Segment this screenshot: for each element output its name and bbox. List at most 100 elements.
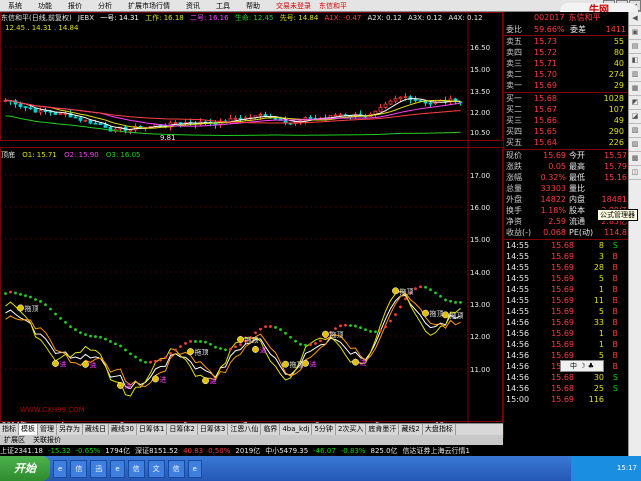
indicator-tab[interactable]: 另存为 xyxy=(57,424,83,435)
menu-bar: 系统 功能 报价 分析 扩展市场行情 资讯 工具 帮助 交易未登录 东信和平 _… xyxy=(0,0,641,12)
book-volume: 107 xyxy=(608,105,624,114)
tool-icon[interactable]: ▧ xyxy=(629,124,641,138)
candle-body xyxy=(128,129,133,132)
indicator-tab[interactable]: 4ba_kdj xyxy=(280,424,313,435)
tab-extension[interactable]: 扩展区 xyxy=(0,435,29,445)
trend-dot xyxy=(39,300,42,303)
stat-value: 0.32% xyxy=(540,173,566,182)
tick-volume: 5 xyxy=(598,307,604,316)
kline-chart[interactable]: 16.50 15.00 13.50 12.00 10.50 17.00 16.00 15.00… xyxy=(0,12,503,423)
book-price: 15.68 xyxy=(534,94,557,103)
bid-row: 买二 15.67 107 xyxy=(504,104,629,115)
tool-icon[interactable]: ▦ xyxy=(629,82,641,96)
trend-dot xyxy=(54,312,57,316)
stat-label2: 今开 xyxy=(569,151,585,160)
tool-icon[interactable]: ◩ xyxy=(629,96,641,110)
ind-item: 二号: 16.16 xyxy=(189,14,229,22)
indicator-tab[interactable]: 临界 xyxy=(261,424,281,435)
indicator-tab[interactable]: 藏线日 xyxy=(83,424,109,435)
trend-dot xyxy=(24,294,27,298)
tool-icon[interactable]: ◧ xyxy=(629,54,641,68)
tab-related-quote[interactable]: 关联报价 xyxy=(29,435,65,445)
status-item: -0.83% xyxy=(340,446,366,455)
tick-time: 14:55 xyxy=(506,274,530,283)
indicator-tab[interactable]: 管理 xyxy=(38,424,57,435)
taskbar-button[interactable]: e xyxy=(187,459,202,478)
candle-body xyxy=(18,103,23,107)
chart-area[interactable]: 16.50 15.00 13.50 12.00 10.50 17.00 16.00 15.00… xyxy=(0,12,503,423)
tick-price: 15.68 xyxy=(551,384,574,393)
low-price-label: 9.81 xyxy=(160,134,176,142)
tool-icon[interactable]: ▩ xyxy=(629,152,641,166)
trend-dot xyxy=(274,325,277,329)
indicator-tab[interactable]: 江恩八仙 xyxy=(228,424,262,435)
tool-icon[interactable]: ◫ xyxy=(629,166,641,180)
indicator-tab[interactable]: 指标 xyxy=(0,424,19,435)
indicator-tab[interactable]: 日筹体3 xyxy=(198,424,229,435)
stat-label2: 量比 xyxy=(569,184,585,193)
price-axis-label: 15.00 xyxy=(470,236,490,244)
index-status-bar: 上证2341.18 -15.32 -0.65% 1794亿 深证8151.52 40.83… xyxy=(0,445,628,456)
indicator-tab[interactable]: 大盘指标 xyxy=(423,424,456,435)
tick-price: 15.69 xyxy=(551,296,574,305)
stock-code: 002017 xyxy=(534,13,565,22)
tool-icon[interactable]: ◪ xyxy=(629,110,641,124)
taskbar-button[interactable]: 信 xyxy=(127,459,145,478)
taskbar-button[interactable]: 信 xyxy=(70,459,88,478)
taskbar-button[interactable]: 文 xyxy=(147,459,165,478)
taskbar-button[interactable]: e xyxy=(110,459,125,478)
menu-quote[interactable]: 报价 xyxy=(60,0,90,12)
indicator-tab[interactable]: 5分钟 xyxy=(312,424,336,435)
menu-news[interactable]: 资讯 xyxy=(178,0,208,12)
book-label: 买二 xyxy=(506,105,522,114)
stat-value: 2.59 xyxy=(548,217,566,226)
tool-icon[interactable]: ▥ xyxy=(629,68,641,82)
candle-body xyxy=(388,100,393,105)
indicator-tab[interactable]: 藏线30 xyxy=(109,424,137,435)
trade-login-link[interactable]: 交易未登录 xyxy=(276,1,311,11)
menu-analysis[interactable]: 分析 xyxy=(90,0,120,12)
trend-dot xyxy=(294,339,297,343)
trend-dot xyxy=(264,325,267,329)
tool-icon[interactable]: ▤ xyxy=(629,40,641,54)
signal-icon xyxy=(82,360,89,368)
indicator-tab[interactable]: 模板 xyxy=(19,424,38,435)
tick-volume: 33 xyxy=(593,318,604,327)
bottom-tabs: 扩展区 关联报价 xyxy=(0,435,503,445)
tick-time: 14:55 xyxy=(506,241,530,250)
trend-dot xyxy=(109,340,112,343)
trend-dot xyxy=(4,292,7,295)
taskbar-button[interactable]: 迅 xyxy=(90,459,108,478)
ime-toolbar[interactable]: 中 ☽ ♣ xyxy=(560,360,604,372)
chart-title: 东信和平(日线,前复权) xyxy=(1,14,72,22)
taskbar-button[interactable]: e xyxy=(53,459,68,478)
signal-label: 进 xyxy=(125,382,132,390)
book-label: 卖二 xyxy=(506,70,522,79)
tick-row: 14:56 15.68 25 S xyxy=(504,383,629,394)
tool-icon[interactable]: ▨ xyxy=(629,138,641,152)
taskbar-button[interactable]: 信 xyxy=(167,459,185,478)
menu-ext-market[interactable]: 扩展市场行情 xyxy=(120,0,178,12)
indicator-tab[interactable]: 藏线2 xyxy=(399,424,423,435)
stock-name-link[interactable]: 东信和平 xyxy=(319,1,347,11)
tool-icon[interactable]: ▣ xyxy=(629,26,641,40)
indicator-tab[interactable]: 2次买入 xyxy=(336,424,367,435)
start-button[interactable]: 开始 xyxy=(0,456,50,481)
signal-icon xyxy=(322,330,329,338)
tick-volume: 1 xyxy=(598,340,604,349)
menu-system[interactable]: 系统 xyxy=(0,0,30,12)
tool-icon[interactable]: ◀ xyxy=(629,12,641,26)
indicator-tab[interactable]: 日筹体1 xyxy=(137,424,168,435)
indicator-tab[interactable]: 日筹体2 xyxy=(167,424,198,435)
ind-item: A2X: 0.12 xyxy=(367,14,402,22)
menu-tools[interactable]: 工具 xyxy=(208,0,238,12)
osc-line-2 xyxy=(5,290,461,397)
menu-help[interactable]: 帮助 xyxy=(238,0,268,12)
price-axis-label: 12.00 xyxy=(470,333,490,341)
indicator-tab[interactable]: 底肯墨汗 xyxy=(366,424,400,435)
menu-function[interactable]: 功能 xyxy=(30,0,60,12)
book-label: 卖五 xyxy=(506,37,522,46)
stat-label2: 流通 xyxy=(569,217,585,226)
tick-price: 15.69 xyxy=(551,285,574,294)
tick-price: 15.69 xyxy=(551,329,574,338)
